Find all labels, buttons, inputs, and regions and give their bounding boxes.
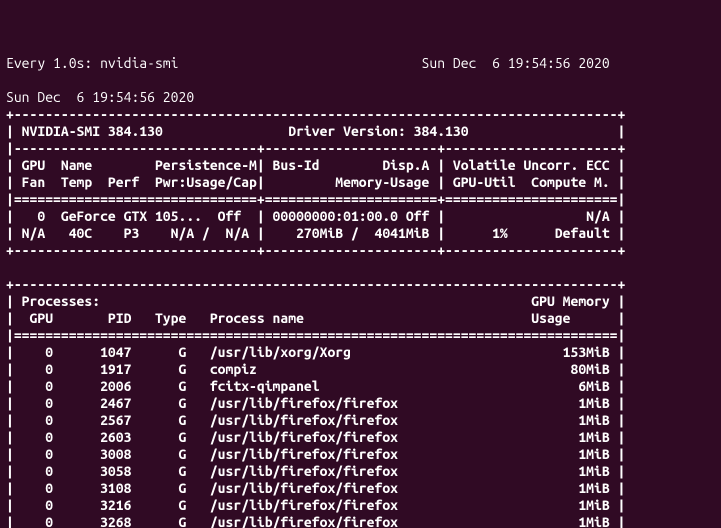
smi-hdr-sep1: |-------------------------------+-------… xyxy=(6,140,625,156)
smi-proc-row-3: | 0 2467 G /usr/lib/firefox/firefox 1MiB… xyxy=(6,395,625,411)
smi-border-mid: +-------------------------------+-------… xyxy=(6,242,625,258)
smi-hdr-sep2: |===============================+=======… xyxy=(6,191,625,207)
smi-proc-row-8: | 0 3108 G /usr/lib/firefox/firefox 1MiB… xyxy=(6,480,625,496)
smi-border-top: +---------------------------------------… xyxy=(6,106,625,122)
smi-proc-row-4: | 0 2567 G /usr/lib/firefox/firefox 1MiB… xyxy=(6,412,625,428)
smi-hdr2: | Fan Temp Perf Pwr:Usage/Cap| Memory-Us… xyxy=(6,174,625,190)
smi-proc-row-2: | 0 2006 G fcitx-qimpanel 6MiB | xyxy=(6,378,625,394)
terminal-output: Every 1.0s: nvidia-smi Sun Dec 6 19:54:5… xyxy=(0,34,721,528)
watch-header-line: Every 1.0s: nvidia-smi Sun Dec 6 19:54:5… xyxy=(6,55,610,71)
smi-proc-row-5: | 0 2603 G /usr/lib/firefox/firefox 1MiB… xyxy=(6,429,625,445)
smi-proc-sep: |=======================================… xyxy=(6,327,625,343)
smi-proc-row-7: | 0 3058 G /usr/lib/firefox/firefox 1MiB… xyxy=(6,463,625,479)
smi-blank xyxy=(6,259,625,275)
smi-hdr1: | GPU Name Persistence-M| Bus-Id Disp.A … xyxy=(6,157,625,173)
smi-proc-hdr1: | Processes: GPU Memory | xyxy=(6,293,625,309)
smi-proc-row-10: | 0 3268 G /usr/lib/firefox/firefox 1MiB… xyxy=(6,514,625,528)
smi-proc-hdr2: | GPU PID Type Process name Usage | xyxy=(6,310,625,326)
smi-proc-row-1: | 0 1917 G compiz 80MiB | xyxy=(6,361,625,377)
smi-proc-row-6: | 0 3008 G /usr/lib/firefox/firefox 1MiB… xyxy=(6,446,625,462)
smi-version-line: | NVIDIA-SMI 384.130 Driver Version: 384… xyxy=(6,123,625,139)
smi-proc-top: +---------------------------------------… xyxy=(6,276,625,292)
smi-proc-row-0: | 0 1047 G /usr/lib/xorg/Xorg 153MiB | xyxy=(6,344,625,360)
smi-gpu-row2: | N/A 40C P3 N/A / N/A | 270MiB / 4041Mi… xyxy=(6,225,625,241)
smi-gpu-row1: | 0 GeForce GTX 105... Off | 00000000:01… xyxy=(6,208,625,224)
timestamp-line: Sun Dec 6 19:54:56 2020 xyxy=(6,89,194,105)
